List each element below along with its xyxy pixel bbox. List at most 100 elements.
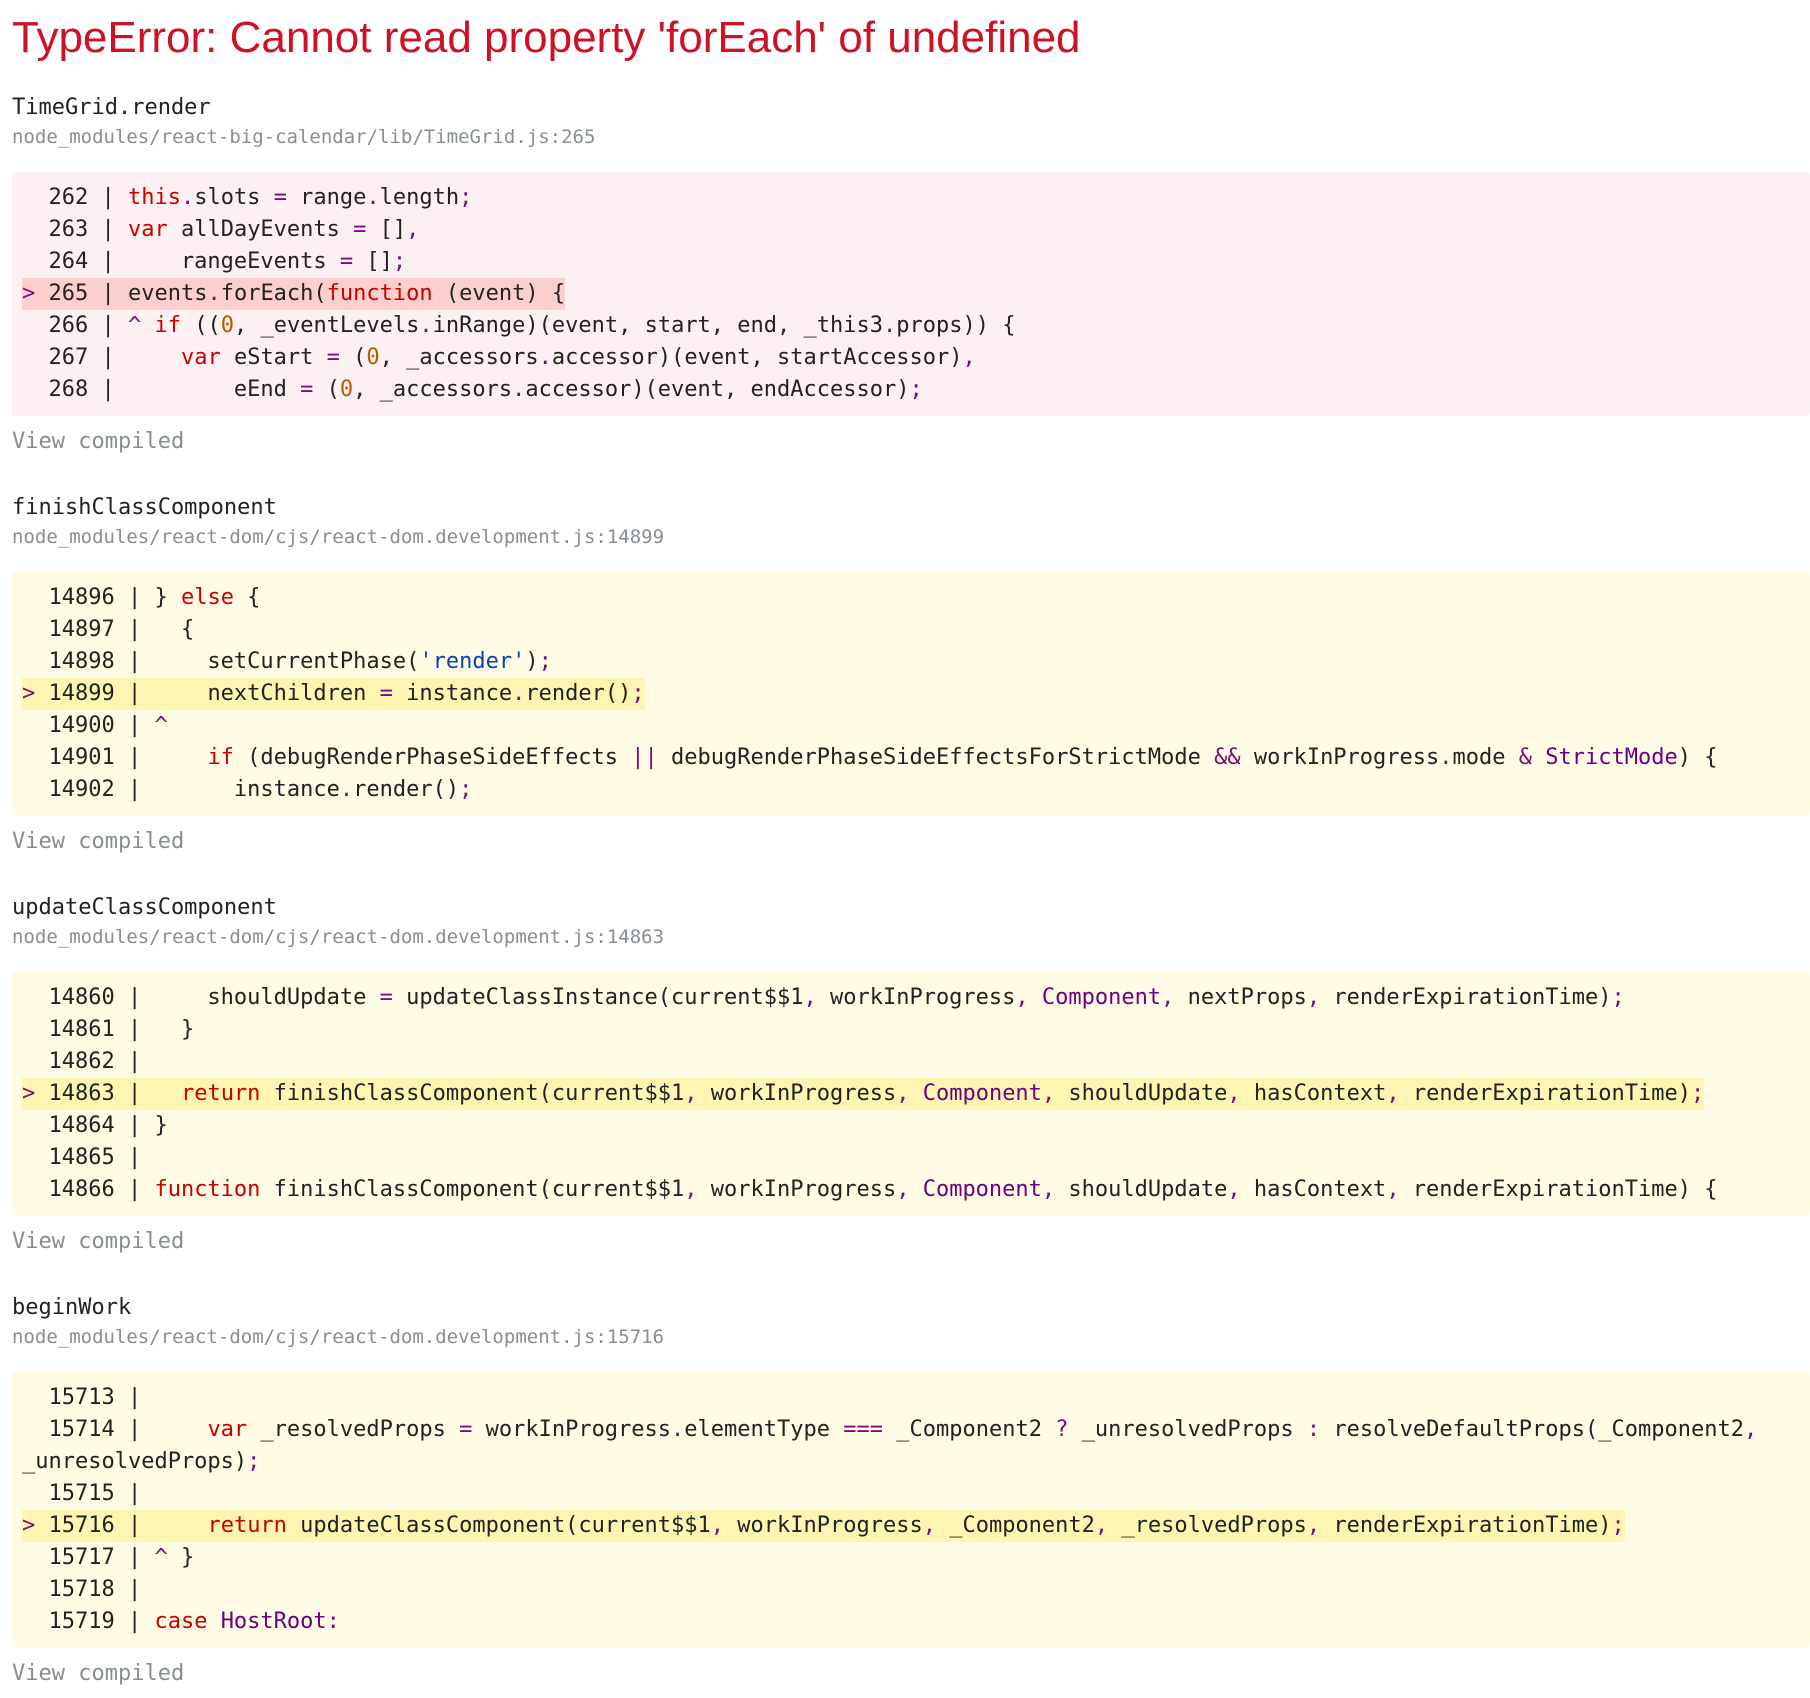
error-overlay: TypeError: Cannot read property 'forEach… xyxy=(0,0,1810,1698)
code-token: updateClassInstance(current$$1 xyxy=(392,985,804,1010)
code-token: , xyxy=(1386,1081,1400,1106)
code-token: . xyxy=(1439,745,1453,770)
code-token: render() xyxy=(525,681,632,706)
code-token: instance xyxy=(392,681,513,706)
code-token: 14861 | } xyxy=(22,1017,195,1042)
code-token: . xyxy=(538,345,552,370)
code-token: , xyxy=(710,1513,725,1538)
code-token: , _eventLevels xyxy=(233,313,420,338)
code-token: 268 | eEnd xyxy=(22,377,301,402)
code-token: ; xyxy=(459,185,473,210)
code-token: , xyxy=(1041,1081,1056,1106)
highlighted-code-line: > 265 | events.forEach(function (event) … xyxy=(22,278,566,310)
code-token: Component xyxy=(922,1081,1042,1106)
code-token: , xyxy=(896,1177,910,1202)
code-token: 14866 | xyxy=(22,1177,155,1202)
code-line: 15719 | case HostRoot: xyxy=(22,1606,340,1638)
code-snippet: 262 | this.slots = range.length; 263 | v… xyxy=(12,172,1810,416)
code-token: 15718 | xyxy=(22,1577,142,1602)
code-token: workInProgress xyxy=(1240,745,1440,770)
code-line: 15713 | xyxy=(22,1382,141,1414)
code-token: , xyxy=(1094,1513,1109,1538)
code-token: , xyxy=(406,217,420,242)
view-compiled-link[interactable]: View compiled xyxy=(12,1228,184,1256)
code-token: _resolvedProps xyxy=(247,1417,460,1442)
code-token: . xyxy=(419,313,433,338)
code-token: ; xyxy=(538,649,552,674)
code-line: 15714 | var _resolvedProps = workInProgr… xyxy=(22,1414,1757,1446)
code-token: = xyxy=(353,217,367,242)
code-token: , xyxy=(1306,1513,1321,1538)
code-token: forEach( xyxy=(220,281,327,306)
code-token: 264 | rangeEvents xyxy=(22,249,340,274)
frame-file-path[interactable]: node_modules/react-dom/cjs/react-dom.dev… xyxy=(12,524,664,550)
code-line: 14897 | { xyxy=(22,614,194,646)
code-token: return xyxy=(207,1513,287,1538)
code-token: _Component2 xyxy=(883,1417,1056,1442)
code-token: 'render' xyxy=(419,649,526,674)
code-token: else xyxy=(180,585,234,610)
code-token: . xyxy=(512,681,526,706)
code-token: renderExpirationTime) { xyxy=(1399,1177,1718,1202)
code-token: , xyxy=(1306,985,1321,1010)
code-snippet: 15713 | 15714 | var _resolvedProps = wor… xyxy=(12,1372,1810,1648)
code-token: var xyxy=(127,217,168,242)
code-token: . xyxy=(180,185,195,210)
code-token: function xyxy=(326,281,433,306)
code-token: 0 xyxy=(220,313,234,338)
code-token: workInProgress xyxy=(472,1417,672,1442)
code-token: (( xyxy=(180,313,221,338)
code-token: , _accessors xyxy=(353,377,513,402)
code-line: 15715 | xyxy=(22,1478,141,1510)
code-token: , xyxy=(962,345,976,370)
code-token: 14900 | xyxy=(22,713,155,738)
code-token: , xyxy=(922,1513,936,1538)
code-token: , xyxy=(1227,1081,1241,1106)
code-line: 14864 | } xyxy=(22,1110,167,1142)
code-token: = xyxy=(326,345,340,370)
frame-file-path[interactable]: node_modules/react-dom/cjs/react-dom.dev… xyxy=(12,924,664,950)
code-token: { xyxy=(233,585,261,610)
code-line: 14896 | } else { xyxy=(22,582,260,614)
code-token: Component xyxy=(1041,985,1162,1010)
code-token: 15719 | xyxy=(22,1609,155,1634)
code-token: workInProgress xyxy=(697,1081,897,1106)
code-token: allDayEvents xyxy=(167,217,354,242)
code-token: } xyxy=(167,1545,195,1570)
code-token: ; xyxy=(909,377,923,402)
code-token: renderExpirationTime) xyxy=(1399,1081,1691,1106)
code-token: eStart xyxy=(220,345,327,370)
code-token: ; xyxy=(1690,1081,1705,1106)
code-line: 262 | this.slots = range.length; xyxy=(22,182,472,214)
code-token: inRange)(event, start, end, _this3 xyxy=(432,313,883,338)
frame-file-path[interactable]: node_modules/react-big-calendar/lib/Time… xyxy=(12,124,595,150)
frame-file-path[interactable]: node_modules/react-dom/cjs/react-dom.dev… xyxy=(12,1324,664,1350)
frame-function-name: TimeGrid.render xyxy=(12,95,211,120)
code-token: ? xyxy=(1055,1417,1069,1442)
view-compiled-link[interactable]: View compiled xyxy=(12,828,184,856)
code-token: hasContext xyxy=(1240,1081,1387,1106)
code-token: , xyxy=(803,985,817,1010)
code-token: ; xyxy=(1611,985,1625,1010)
code-token: || xyxy=(631,745,658,770)
code-line: 14861 | } xyxy=(22,1014,194,1046)
code-token: , xyxy=(1161,985,1175,1010)
code-token: : xyxy=(326,1609,340,1634)
code-line: 268 | eEnd = (0, _accessors.accessor)(ev… xyxy=(22,374,923,406)
code-token: if xyxy=(207,745,234,770)
code-token: range xyxy=(286,185,367,210)
code-line: 266 | ^ if ((0, _eventLevels.inRange)(ev… xyxy=(22,310,1015,342)
code-token: . xyxy=(339,777,354,802)
view-compiled-link[interactable]: View compiled xyxy=(12,1660,184,1688)
view-compiled-link[interactable]: View compiled xyxy=(12,428,184,456)
code-token: ; xyxy=(459,777,473,802)
code-token: (debugRenderPhaseSideEffects xyxy=(233,745,632,770)
code-token: shouldUpdate xyxy=(1055,1177,1228,1202)
code-snippet: 14896 | } else { 14897 | { 14898 | setCu… xyxy=(12,572,1810,816)
frame-function-name: finishClassComponent xyxy=(12,495,277,520)
code-token: finishClassComponent(current$$1 xyxy=(260,1081,685,1106)
frame-function-name: beginWork xyxy=(12,1295,132,1320)
code-token: var xyxy=(180,345,221,370)
code-token: 15716 | xyxy=(48,1513,208,1538)
